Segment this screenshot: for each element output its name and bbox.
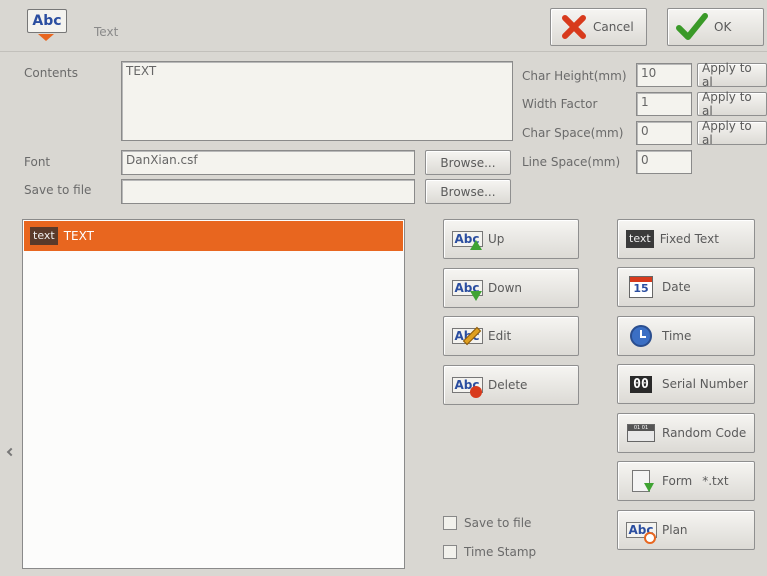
counter-icon: 00 [626, 373, 656, 395]
green-down-arrow-icon [470, 291, 482, 301]
checkmark-icon [676, 13, 708, 40]
cancel-label: Cancel [593, 20, 634, 34]
abc-down-icon: Abc [451, 277, 483, 301]
apply-label: Apply to al [702, 119, 752, 147]
edit-label: Edit [488, 329, 512, 343]
width-factor-label: Width Factor [522, 97, 598, 111]
char-height-label: Char Height(mm) [522, 69, 627, 83]
apply-char-height-button[interactable]: Apply to al [697, 61, 767, 89]
dropdown-arrow-icon [38, 34, 54, 41]
app-icon: Abc [27, 9, 67, 41]
move-down-button[interactable]: Abc Down [443, 268, 579, 308]
file-import-icon [626, 470, 656, 492]
serial-number-label: Serial Number [662, 377, 748, 391]
save-file-label: Save to file [24, 183, 92, 197]
time-stamp-label: Time Stamp [464, 545, 537, 559]
abc-edit-icon: Abc [451, 325, 483, 347]
delete-label: Delete [488, 378, 528, 392]
form-label: Form [662, 474, 693, 488]
apply-label: Apply to al [702, 90, 752, 118]
plan-button[interactable]: Abc Plan [617, 510, 755, 550]
element-list[interactable]: text TEXT [22, 219, 405, 569]
serial-number-button[interactable]: 00 Serial Number [617, 364, 755, 404]
fixed-text-button[interactable]: text Fixed Text [617, 219, 755, 259]
calendar-icon: 15 [626, 276, 656, 298]
clock-icon [626, 325, 656, 347]
random-code-button[interactable]: 01 01 Random Code [617, 413, 755, 453]
contents-textarea[interactable]: TEXT [121, 61, 513, 141]
save-file-browse-button[interactable]: Browse... [425, 179, 511, 204]
green-up-arrow-icon [470, 240, 482, 250]
random-code-label: Random Code [662, 426, 747, 440]
orange-clock-badge-icon [644, 532, 656, 544]
list-item[interactable]: text TEXT [24, 221, 403, 251]
abc-icon: Abc [27, 9, 67, 33]
window-title: Text [94, 25, 119, 39]
counter-digits: 00 [630, 375, 652, 393]
save-to-file-label: Save to file [464, 516, 532, 530]
random-code-icon: 01 01 [626, 422, 656, 444]
char-space-input[interactable]: 0 [636, 121, 692, 145]
scroll-marker-icon [6, 447, 16, 457]
time-label: Time [662, 329, 692, 343]
line-space-input[interactable]: 0 [636, 150, 692, 174]
up-label: Up [488, 232, 505, 246]
save-to-file-checkbox[interactable] [443, 516, 457, 530]
ok-label: OK [714, 20, 732, 34]
abc-clock-icon: Abc [625, 519, 657, 544]
random-code-digits: 01 01 [633, 425, 649, 431]
apply-char-space-button[interactable]: Apply to al [697, 119, 767, 147]
time-stamp-checkbox[interactable] [443, 545, 457, 559]
char-space-label: Char Space(mm) [522, 126, 624, 140]
font-browse-button[interactable]: Browse... [425, 150, 511, 175]
form-ext-label: *.txt [702, 474, 729, 488]
ok-button[interactable]: OK [667, 8, 764, 46]
down-label: Down [488, 281, 523, 295]
text-tag-icon: text [30, 227, 58, 245]
cancel-button[interactable]: Cancel [550, 8, 647, 46]
save-file-input[interactable] [121, 179, 415, 204]
font-input[interactable]: DanXian.csf [121, 150, 415, 175]
edit-button[interactable]: Abc Edit [443, 316, 579, 356]
delete-button[interactable]: Abc Delete [443, 365, 579, 405]
time-button[interactable]: Time [617, 316, 755, 356]
green-arrow-icon [644, 483, 654, 492]
abc-up-icon: Abc [451, 228, 483, 250]
width-factor-input[interactable]: 1 [636, 92, 692, 116]
line-space-label: Line Space(mm) [522, 155, 621, 169]
plan-label: Plan [662, 523, 688, 537]
cancel-x-icon [562, 15, 586, 39]
calendar-day: 15 [633, 282, 649, 295]
contents-label: Contents [24, 66, 78, 80]
abc-delete-icon: Abc [451, 374, 483, 398]
fixed-text-label: Fixed Text [659, 232, 719, 246]
date-button[interactable]: 15 Date [617, 267, 755, 307]
font-label: Font [24, 155, 51, 169]
text-tag-icon: text [626, 230, 654, 248]
list-item-label: TEXT [63, 229, 94, 243]
date-label: Date [662, 280, 691, 294]
form-button[interactable]: Form *.txt [617, 461, 755, 501]
move-up-button[interactable]: Abc Up [443, 219, 579, 259]
apply-label: Apply to al [702, 61, 752, 89]
char-height-input[interactable]: 10 [636, 63, 692, 87]
apply-width-factor-button[interactable]: Apply to al [697, 90, 767, 118]
browse-label: Browse... [440, 184, 496, 199]
browse-label: Browse... [440, 155, 496, 170]
red-x-badge-icon [470, 386, 482, 398]
